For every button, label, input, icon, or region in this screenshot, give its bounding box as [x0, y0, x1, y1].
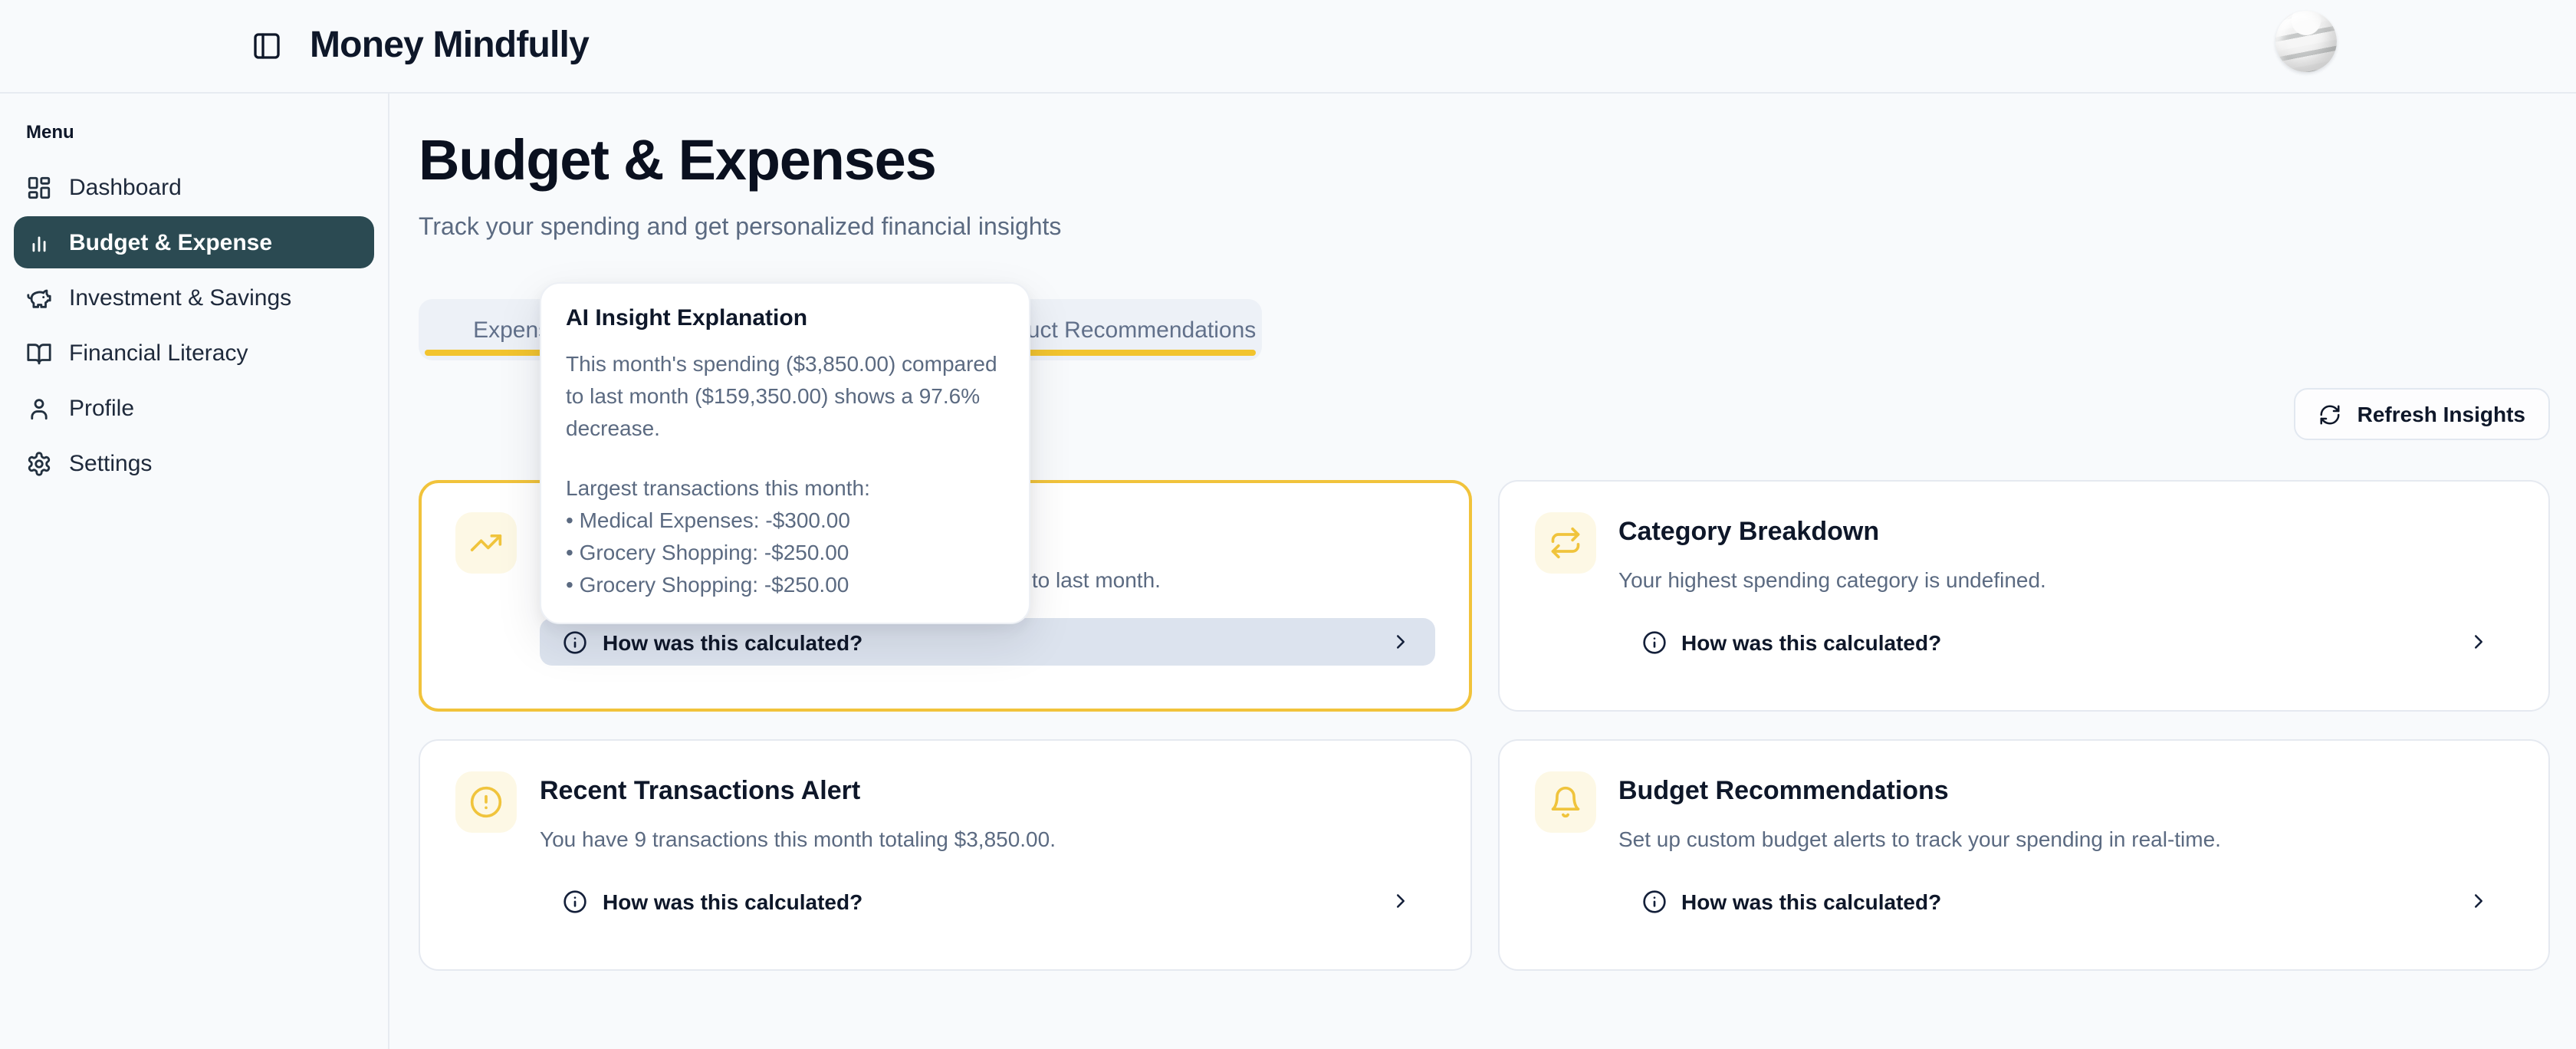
card-category-breakdown: Category Breakdown Your highest spending…	[1497, 480, 2550, 712]
sidebar-item-profile[interactable]: Profile	[14, 382, 374, 434]
how-calculated-label: How was this calculated?	[603, 630, 863, 654]
card-body: Recent Transactions Alert You have 9 tra…	[540, 771, 1434, 925]
card-budget-recommendations: Budget Recommendations Set up custom bud…	[1497, 739, 2550, 971]
card-recent-transactions-alert: Recent Transactions Alert You have 9 tra…	[419, 739, 1471, 971]
refresh-icon	[2319, 403, 2342, 426]
sidebar-item-label: Investment & Savings	[69, 284, 291, 311]
panel-left-icon	[251, 31, 282, 61]
sidebar-menu-label: Menu	[26, 121, 374, 143]
bar-chart-icon	[26, 229, 52, 255]
card-title: Recent Transactions Alert	[540, 774, 1434, 807]
user-icon	[26, 395, 52, 421]
card-title: Category Breakdown	[1618, 515, 2513, 548]
repeat-icon	[1534, 512, 1595, 574]
chevron-right-icon	[2467, 890, 2490, 913]
top-header: Money Mindfully	[0, 0, 2576, 94]
sidebar-item-label: Financial Literacy	[69, 340, 248, 366]
user-avatar[interactable]	[2275, 11, 2337, 72]
how-calculated-button[interactable]: How was this calculated?	[540, 618, 1434, 666]
main-content: Budget & Expenses Track your spending an…	[391, 94, 2576, 1049]
how-calculated-label: How was this calculated?	[1681, 630, 1941, 654]
piggy-bank-icon	[26, 284, 52, 311]
trending-up-icon	[455, 512, 517, 574]
book-open-icon	[26, 340, 52, 366]
card-description: Your highest spending category is undefi…	[1618, 566, 2513, 594]
ai-insight-popover: AI Insight Explanation This month's spen…	[540, 282, 1030, 624]
info-icon	[1641, 889, 1666, 913]
info-icon	[563, 889, 587, 913]
sidebar: Menu Dashboard Budget & Expense Investme…	[0, 94, 389, 1049]
how-calculated-button[interactable]: How was this calculated?	[1618, 877, 2513, 925]
sidebar-item-investment-savings[interactable]: Investment & Savings	[14, 271, 374, 324]
sidebar-item-label: Dashboard	[69, 174, 182, 200]
how-calculated-button[interactable]: How was this calculated?	[1618, 618, 2513, 666]
dashboard-icon	[26, 174, 52, 200]
refresh-insights-label: Refresh Insights	[2358, 402, 2525, 426]
app-window: Money Mindfully Menu Dashboard Budget & …	[0, 0, 2576, 1049]
sidebar-item-label: Budget & Expense	[69, 229, 272, 255]
sidebar-toggle-button[interactable]	[250, 29, 284, 63]
ai-insight-popover-list: Largest transactions this month: • Medic…	[566, 472, 1004, 601]
chevron-right-icon	[1388, 630, 1411, 653]
bell-icon	[1534, 771, 1595, 833]
chevron-right-icon	[1388, 890, 1411, 913]
card-body: Category Breakdown Your highest spending…	[1618, 512, 2513, 666]
ai-insight-popover-paragraph: This month's spending ($3,850.00) compar…	[566, 348, 1004, 445]
sidebar-item-financial-literacy[interactable]: Financial Literacy	[14, 327, 374, 379]
ai-insight-popover-title: AI Insight Explanation	[566, 305, 1004, 333]
app-title: Money Mindfully	[310, 25, 589, 67]
sidebar-item-label: Settings	[69, 450, 152, 476]
chevron-right-icon	[2467, 630, 2490, 653]
sidebar-item-dashboard[interactable]: Dashboard	[14, 161, 374, 213]
card-description: You have 9 transactions this month total…	[540, 825, 1434, 853]
sidebar-item-label: Profile	[69, 395, 134, 421]
page-subtitle: Track your spending and get personalized…	[419, 213, 2550, 242]
list-item: • Grocery Shopping: -$250.00	[566, 537, 1004, 569]
info-icon	[1641, 630, 1666, 654]
sidebar-item-budget-expense[interactable]: Budget & Expense	[14, 216, 374, 268]
list-heading: Largest transactions this month:	[566, 472, 1004, 505]
card-description: Set up custom budget alerts to track you…	[1618, 825, 2513, 853]
card-title: Budget Recommendations	[1618, 774, 2513, 807]
list-item: • Medical Expenses: -$300.00	[566, 505, 1004, 537]
how-calculated-button[interactable]: How was this calculated?	[540, 877, 1434, 925]
how-calculated-label: How was this calculated?	[1681, 889, 1941, 913]
info-icon	[563, 630, 587, 654]
list-item: • Grocery Shopping: -$250.00	[566, 569, 1004, 601]
gear-icon	[26, 450, 52, 476]
refresh-insights-button[interactable]: Refresh Insights	[2295, 388, 2550, 440]
page-title: Budget & Expenses	[419, 127, 2550, 195]
how-calculated-label: How was this calculated?	[603, 889, 863, 913]
alert-circle-icon	[455, 771, 517, 833]
card-body: Budget Recommendations Set up custom bud…	[1618, 771, 2513, 925]
sidebar-item-settings[interactable]: Settings	[14, 437, 374, 489]
